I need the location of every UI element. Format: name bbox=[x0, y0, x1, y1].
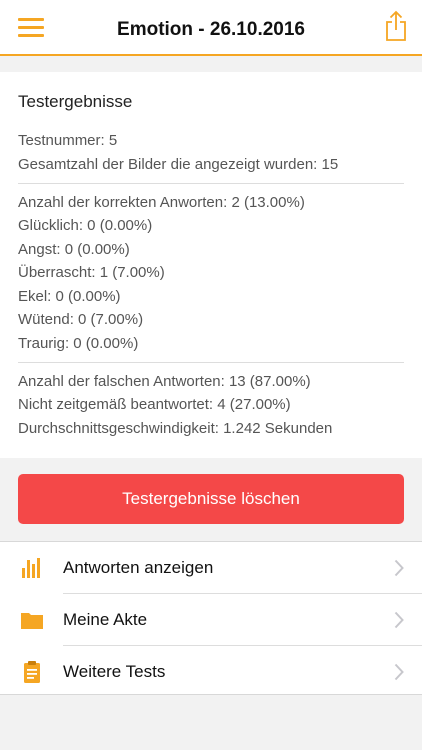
surprised-count: Überrascht: 1 (7.00%) bbox=[18, 264, 165, 281]
share-icon[interactable] bbox=[384, 10, 408, 42]
chevron-right-icon bbox=[394, 559, 404, 577]
nav-bar: Emotion - 26.10.2016 bbox=[0, 0, 422, 56]
correct-answers: Anzahl der korrekten Anworten: 2 (13.00%… bbox=[18, 194, 305, 211]
sad-count: Traurig: 0 (0.00%) bbox=[18, 335, 139, 352]
fear-count: Angst: 0 (0.00%) bbox=[18, 241, 130, 258]
delete-results-button[interactable]: Testergebnisse löschen bbox=[18, 474, 404, 524]
menu-item-my-file[interactable]: Meine Akte bbox=[0, 594, 422, 645]
folder-icon bbox=[21, 613, 43, 629]
menu-item-label: Meine Akte bbox=[63, 610, 148, 629]
menu-item-label: Antworten anzeigen bbox=[63, 558, 214, 577]
happy-count: Glücklich: 0 (0.00%) bbox=[18, 217, 153, 234]
chevron-right-icon bbox=[394, 611, 404, 629]
results-title: Testergebnisse bbox=[18, 92, 133, 111]
hamburger-icon[interactable] bbox=[18, 18, 44, 38]
wrong-answers: Anzahl der falschen Antworten: 13 (87.00… bbox=[18, 373, 311, 390]
not-in-time: Nicht zeitgemäß beantwortet: 4 (27.00%) bbox=[18, 396, 291, 413]
menu-item-more-tests[interactable]: Weitere Tests bbox=[0, 646, 422, 697]
test-number: Testnummer: 5 bbox=[18, 132, 118, 149]
clipboard-icon bbox=[24, 661, 40, 683]
menu-item-answers[interactable]: Antworten anzeigen bbox=[0, 542, 422, 593]
bar-chart-icon bbox=[22, 558, 40, 578]
chevron-right-icon bbox=[394, 663, 404, 681]
menu-list: Antworten anzeigen Meine Akte Weitere Te… bbox=[0, 541, 422, 695]
results-card: Testergebnisse Testnummer: 5 Gesamtzahl … bbox=[0, 72, 422, 458]
divider bbox=[18, 183, 404, 184]
disgust-count: Ekel: 0 (0.00%) bbox=[18, 288, 121, 305]
menu-item-label: Weitere Tests bbox=[63, 662, 166, 681]
divider bbox=[18, 362, 404, 363]
page-title: Emotion - 26.10.2016 bbox=[117, 19, 305, 40]
angry-count: Wütend: 0 (7.00%) bbox=[18, 311, 144, 328]
average-speed: Durchschnittsgeschwindigkeit: 1.242 Seku… bbox=[18, 420, 333, 437]
total-images: Gesamtzahl der Bilder die angezeigt wurd… bbox=[18, 156, 339, 173]
